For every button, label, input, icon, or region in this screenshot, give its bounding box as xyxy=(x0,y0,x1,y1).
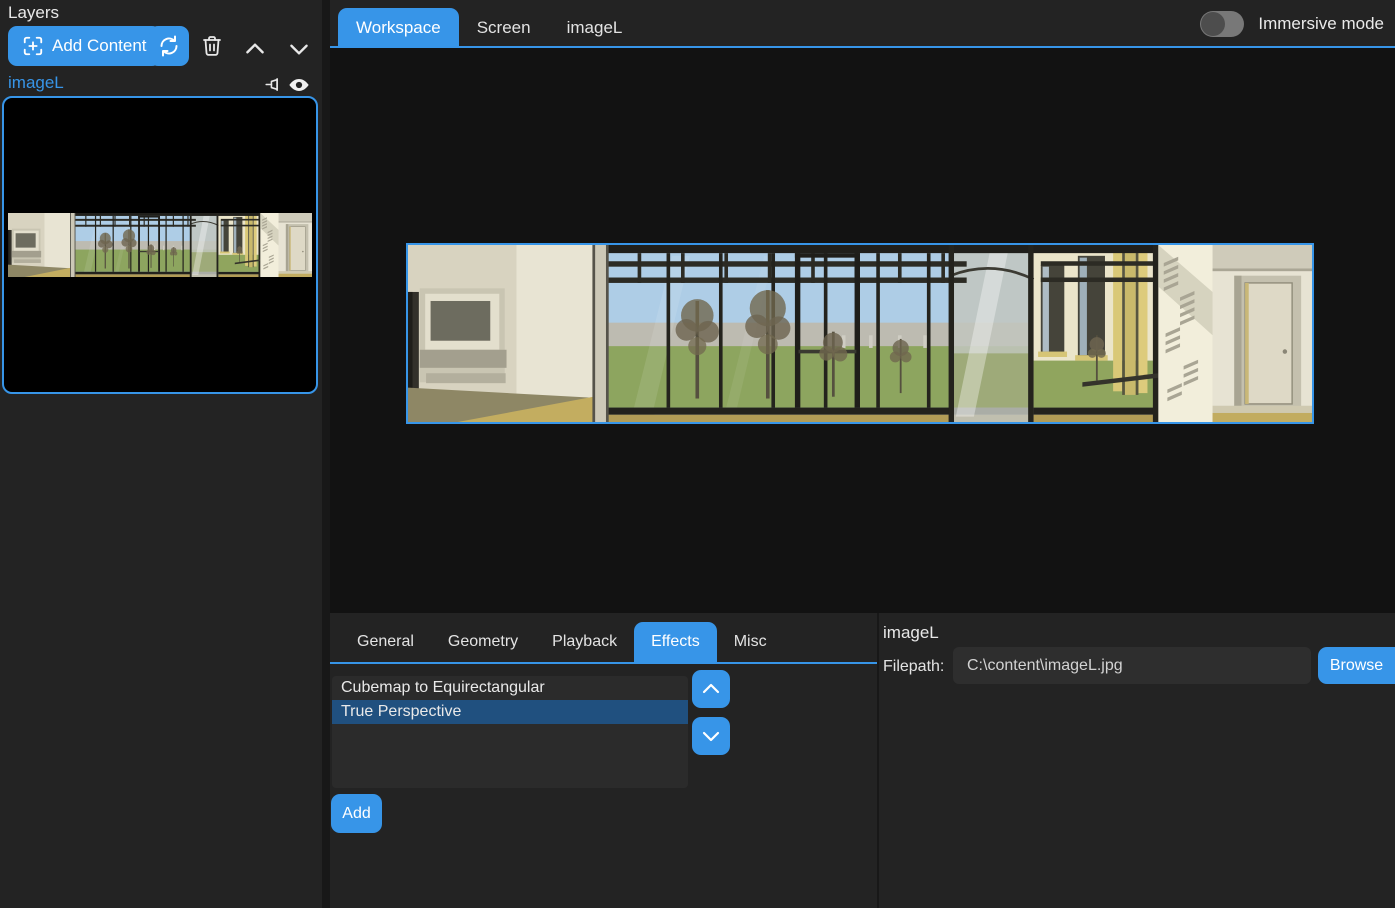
chevron-up-icon xyxy=(699,677,723,701)
pushpin-icon xyxy=(264,74,285,95)
refresh-layers-button[interactable] xyxy=(149,26,189,66)
app-window: Layers Add Content xyxy=(0,0,1395,908)
effect-move-up-button[interactable] xyxy=(692,670,730,708)
tab-general[interactable]: General xyxy=(340,622,431,662)
top-bar: Workspace Screen imageL Immersive mode xyxy=(330,0,1395,48)
add-content-label: Add Content xyxy=(52,36,147,56)
delete-layer-button[interactable] xyxy=(200,34,224,58)
layer-thumbnail[interactable] xyxy=(2,96,318,394)
add-effect-button[interactable]: Add xyxy=(331,794,382,833)
media-properties-panel: imageL Filepath: Browse xyxy=(879,613,1395,908)
tab-playback[interactable]: Playback xyxy=(535,622,634,662)
chevron-up-icon xyxy=(242,36,268,62)
tab-screen[interactable]: Screen xyxy=(459,8,549,48)
tab-geometry[interactable]: Geometry xyxy=(431,622,535,662)
tab-misc[interactable]: Misc xyxy=(717,622,784,662)
immersive-mode-control: Immersive mode xyxy=(1200,0,1384,48)
chevron-down-icon xyxy=(286,36,312,62)
add-content-button[interactable]: Add Content xyxy=(8,26,161,66)
filepath-label: Filepath: xyxy=(883,658,944,676)
circular-arrows-icon xyxy=(157,34,181,58)
layers-panel: Layers Add Content xyxy=(0,0,322,908)
tab-bar-underline xyxy=(330,662,877,664)
toggle-knob xyxy=(1201,12,1225,36)
sidebar-divider xyxy=(322,0,330,908)
effects-list: Cubemap to Equirectangular True Perspect… xyxy=(332,676,688,788)
layer-name-label: imageL xyxy=(8,73,64,93)
list-item-true-perspective[interactable]: True Perspective xyxy=(332,700,688,724)
trash-icon xyxy=(200,34,224,58)
immersive-mode-label: Immersive mode xyxy=(1258,14,1384,34)
media-title: imageL xyxy=(883,623,939,643)
move-layer-up-button[interactable] xyxy=(242,36,268,62)
workspace-tab-bar: Workspace Screen imageL xyxy=(338,8,640,48)
browse-button[interactable]: Browse xyxy=(1318,647,1395,684)
chevron-down-icon xyxy=(699,724,723,748)
effect-move-down-button[interactable] xyxy=(692,717,730,755)
layer-row-imageL[interactable]: imageL xyxy=(0,72,322,96)
list-item-cubemap-to-equirectangular[interactable]: Cubemap to Equirectangular xyxy=(332,676,688,700)
selected-media-item[interactable] xyxy=(406,243,1314,424)
layer-visibility-button[interactable] xyxy=(288,74,310,96)
eye-icon xyxy=(288,74,310,96)
media-preview-image xyxy=(408,245,1312,422)
layers-panel-title: Layers xyxy=(8,3,59,23)
properties-tab-bar: General Geometry Playback Effects Misc xyxy=(340,622,784,662)
move-layer-down-button[interactable] xyxy=(286,36,312,62)
tab-effects[interactable]: Effects xyxy=(634,622,717,662)
tab-imageL[interactable]: imageL xyxy=(549,8,641,48)
workspace-canvas[interactable] xyxy=(330,50,1395,613)
frame-plus-icon xyxy=(22,35,44,57)
pin-layer-button[interactable] xyxy=(264,74,285,95)
tab-workspace[interactable]: Workspace xyxy=(338,8,459,48)
filepath-input[interactable] xyxy=(953,647,1311,684)
layer-thumbnail-image xyxy=(8,213,312,277)
immersive-mode-toggle[interactable] xyxy=(1200,11,1244,37)
effects-panel: General Geometry Playback Effects Misc C… xyxy=(330,613,877,908)
